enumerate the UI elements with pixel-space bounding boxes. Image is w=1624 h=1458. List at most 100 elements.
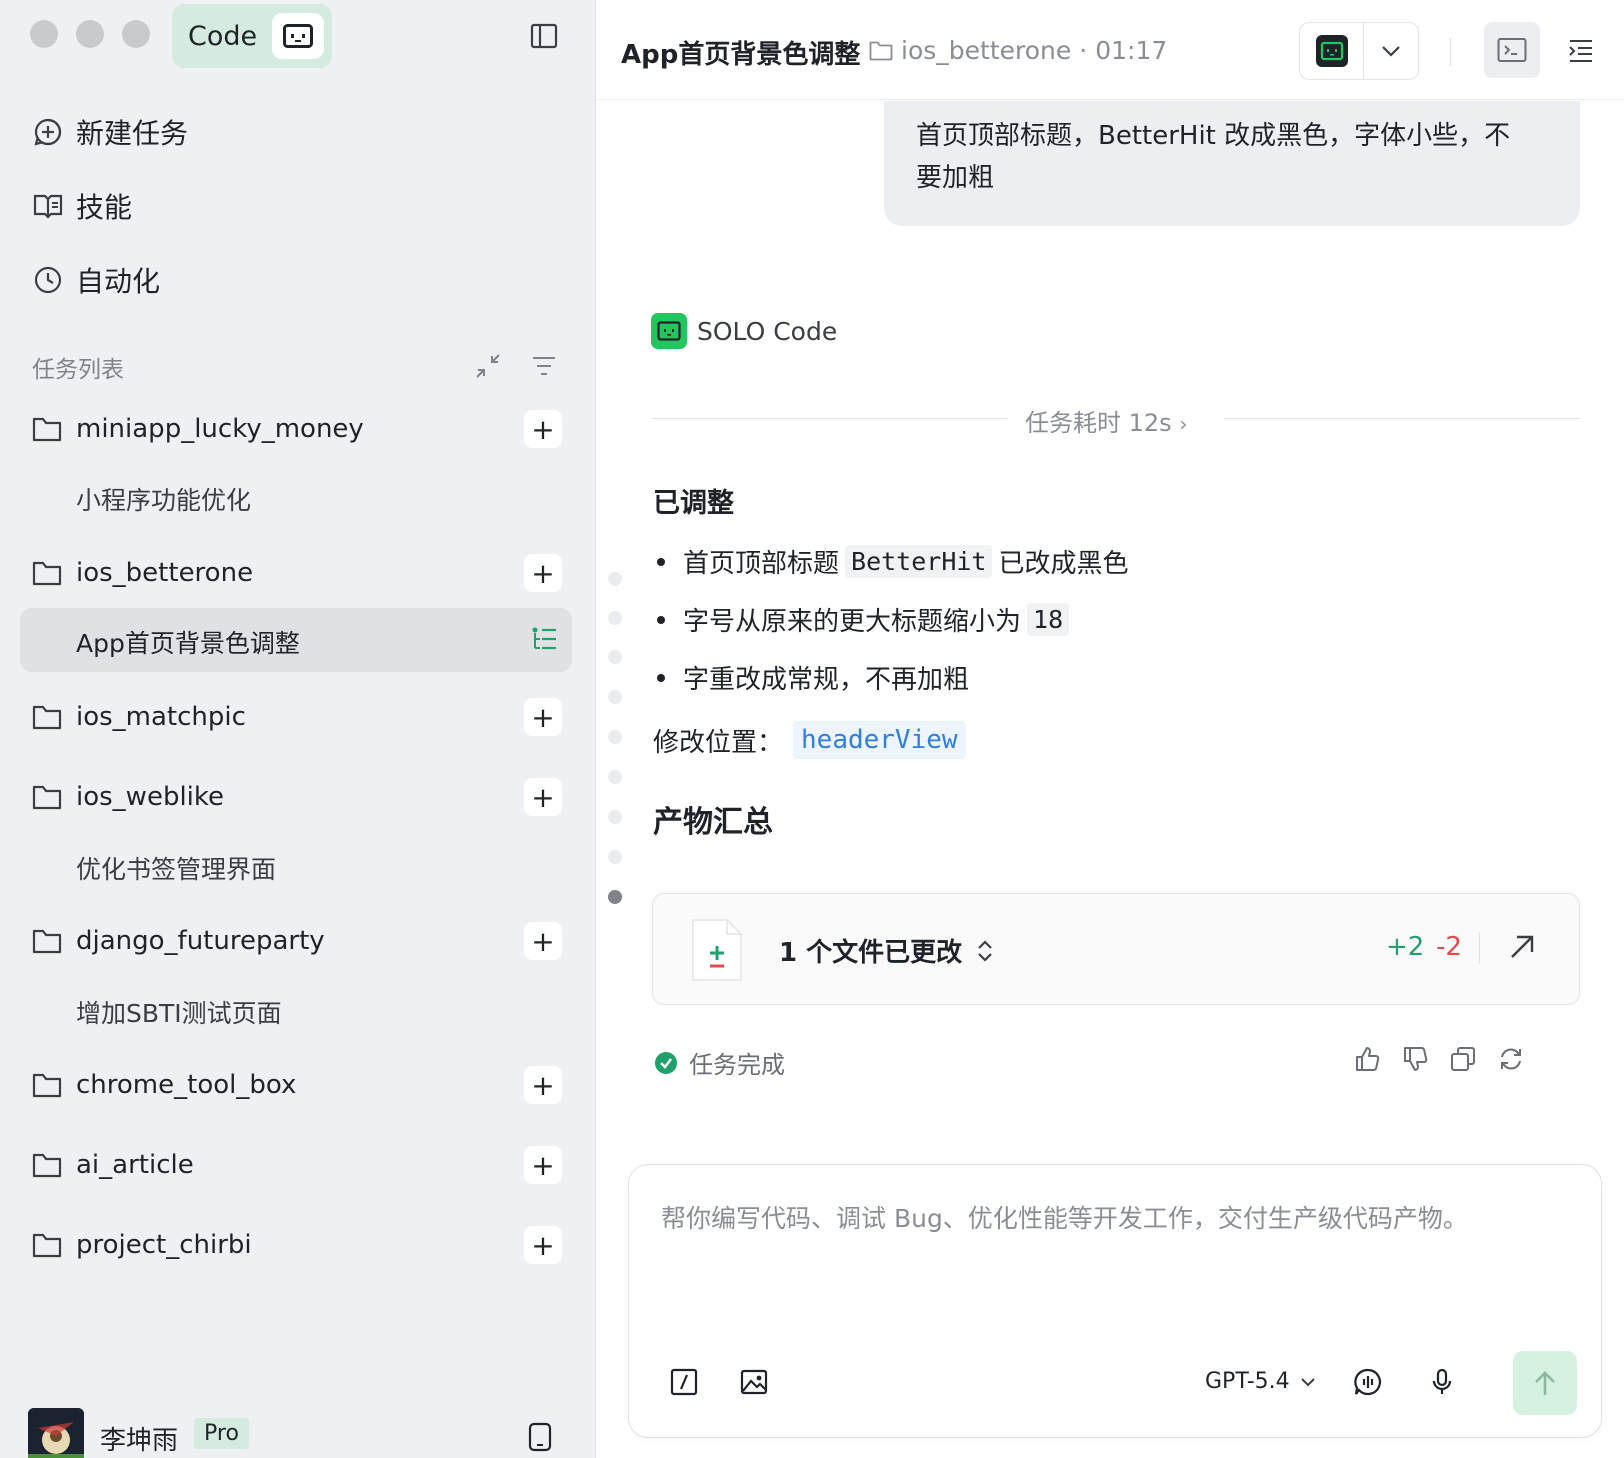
folder-icon	[32, 705, 62, 730]
task-item[interactable]: 小程序功能优化	[76, 481, 251, 517]
timeline-dot[interactable]	[608, 730, 622, 744]
window-minimize-button[interactable]	[76, 20, 104, 48]
add-task-button[interactable]: +	[524, 410, 562, 448]
divider	[1479, 932, 1480, 964]
user-message-line: 首页顶部标题，BetterHit 改成黑色，字体小些，不	[916, 121, 1511, 151]
project-name: project_chirbi	[76, 1230, 252, 1260]
project-name: chrome_tool_box	[76, 1070, 297, 1100]
bullet-text: 字号从原来的更大标题缩小为	[683, 607, 1022, 637]
task-duration-label: 任务耗时 12s	[1025, 409, 1172, 437]
user-profile[interactable]: 李坤雨 Pro	[28, 1408, 568, 1458]
conversation: 首页顶部标题，BetterHit 改成黑色，字体小些，不 要加粗 SOLO Co…	[597, 101, 1624, 1156]
project-ios-betterone[interactable]: ios_betterone +	[32, 550, 567, 596]
project-name: ios_weblike	[76, 782, 225, 812]
timeline-dot[interactable]	[608, 850, 622, 864]
task-meta: ios_betterone · 01:17	[869, 36, 1167, 65]
files-changed-label[interactable]: 1 个文件已更改	[779, 932, 994, 969]
thumbs-down-icon[interactable]	[1401, 1045, 1429, 1073]
section-heading-adjusted: 已调整	[653, 488, 734, 519]
timeline-dot-active[interactable]	[608, 890, 622, 904]
add-task-button[interactable]: +	[524, 1066, 562, 1104]
timeline-dot[interactable]	[608, 690, 622, 704]
image-upload-icon[interactable]	[739, 1367, 769, 1397]
collapse-icon[interactable]	[474, 352, 502, 380]
window-close-button[interactable]	[30, 20, 58, 48]
sidebar-toggle-icon[interactable]	[530, 22, 558, 50]
project-django-futureparty[interactable]: django_futureparty +	[32, 918, 567, 964]
project-ios-matchpic[interactable]: ios_matchpic +	[32, 694, 567, 740]
meta-separator: ·	[1079, 36, 1088, 65]
terminal-button[interactable]	[1484, 22, 1540, 78]
composer-placeholder[interactable]: 帮你编写代码、调试 Bug、优化性能等开发工作，交付生产级代码产物。	[661, 1199, 1468, 1235]
folder-icon	[32, 1233, 62, 1258]
add-task-button[interactable]: +	[524, 778, 562, 816]
timeline-dot[interactable]	[608, 650, 622, 664]
nav-skills[interactable]: 技能	[32, 186, 132, 226]
nav-label: 自动化	[76, 265, 161, 298]
project-ai-article[interactable]: ai_article +	[32, 1142, 567, 1188]
add-task-button[interactable]: +	[524, 922, 562, 960]
inline-code: 18	[1027, 603, 1070, 636]
nav-new-task[interactable]: 新建任务	[32, 112, 188, 152]
add-task-button[interactable]: +	[524, 1226, 562, 1264]
changed-files-card[interactable]: 1 个文件已更改 +2 -2	[652, 893, 1580, 1005]
timeline-dot[interactable]	[608, 611, 622, 625]
task-item-active[interactable]: App首页背景色调整	[20, 608, 572, 672]
microphone-icon[interactable]	[1427, 1367, 1457, 1397]
window-zoom-button[interactable]	[122, 20, 150, 48]
message-composer[interactable]: 帮你编写代码、调试 Bug、优化性能等开发工作，交付生产级代码产物。 GPT-5…	[628, 1164, 1602, 1438]
mobile-icon[interactable]	[528, 1422, 552, 1452]
task-item[interactable]: 增加SBTI测试页面	[76, 994, 282, 1030]
project-chrome-tool-box[interactable]: chrome_tool_box +	[32, 1062, 567, 1108]
agent-icon	[1300, 23, 1364, 79]
open-external-icon[interactable]	[1507, 932, 1537, 962]
check-circle-icon	[655, 1051, 677, 1074]
expand-updown-icon	[978, 939, 992, 962]
timeline-dot[interactable]	[608, 572, 622, 586]
add-task-button[interactable]: +	[524, 698, 562, 736]
bullet-dot	[657, 557, 665, 566]
nav-automation[interactable]: 自动化	[32, 260, 160, 300]
task-item[interactable]: 优化书签管理界面	[76, 850, 276, 886]
send-button[interactable]	[1513, 1351, 1577, 1415]
terminal-badge-icon	[272, 13, 324, 59]
task-duration[interactable]: 任务耗时 12s ›	[1025, 403, 1187, 438]
code-mode-pill[interactable]: Code	[172, 4, 332, 68]
user-message-line: 要加粗	[916, 163, 995, 193]
model-selector[interactable]: GPT-5.4	[1205, 1369, 1316, 1394]
deletions-count: -2	[1436, 932, 1462, 962]
elapsed-time: 01:17	[1095, 36, 1168, 65]
voice-chat-icon[interactable]	[1353, 1367, 1383, 1397]
sidebar: Code 新建任务 技能 自动化 任务列表 miniapp_lucky_mone…	[0, 0, 596, 1458]
timeline-dot[interactable]	[608, 810, 622, 824]
top-bar: App首页背景色调整 ios_betterone · 01:17	[597, 0, 1624, 100]
regenerate-icon[interactable]	[1497, 1045, 1525, 1073]
project-name: ios_betterone	[76, 558, 254, 588]
agent-selector[interactable]	[1299, 22, 1419, 80]
chevron-down-icon	[1300, 1377, 1315, 1386]
bullet-text: 首页顶部标题	[683, 549, 840, 579]
add-task-button[interactable]: +	[524, 1146, 562, 1184]
chevron-down-icon[interactable]	[1364, 23, 1418, 79]
project-ios-weblike[interactable]: ios_weblike +	[32, 774, 567, 820]
filter-icon[interactable]	[530, 352, 558, 380]
slash-command-icon[interactable]	[669, 1367, 699, 1397]
task-list-title: 任务列表	[32, 357, 124, 383]
agent-name: SOLO Code	[697, 316, 838, 346]
project-project-chirbi[interactable]: project_chirbi +	[32, 1222, 567, 1268]
thumbs-up-icon[interactable]	[1353, 1045, 1381, 1073]
location-link[interactable]: headerView	[793, 721, 966, 759]
task-tree-icon	[532, 627, 556, 650]
file-diff-icon	[692, 919, 742, 981]
add-task-button[interactable]: +	[524, 554, 562, 592]
timeline-dot[interactable]	[608, 770, 622, 784]
nav-label: 技能	[76, 191, 133, 224]
project-miniapp-lucky-money[interactable]: miniapp_lucky_money +	[32, 406, 567, 452]
task-label: App首页背景色调整	[76, 629, 300, 658]
inline-code: BetterHit	[845, 545, 993, 578]
outline-icon[interactable]	[1567, 36, 1595, 64]
list-item: 首页顶部标题 BetterHit 已改成黑色	[657, 543, 1129, 580]
copy-icon[interactable]	[1449, 1045, 1477, 1073]
folder-icon	[32, 417, 62, 442]
section-heading-artifacts: 产物汇总	[653, 805, 773, 840]
